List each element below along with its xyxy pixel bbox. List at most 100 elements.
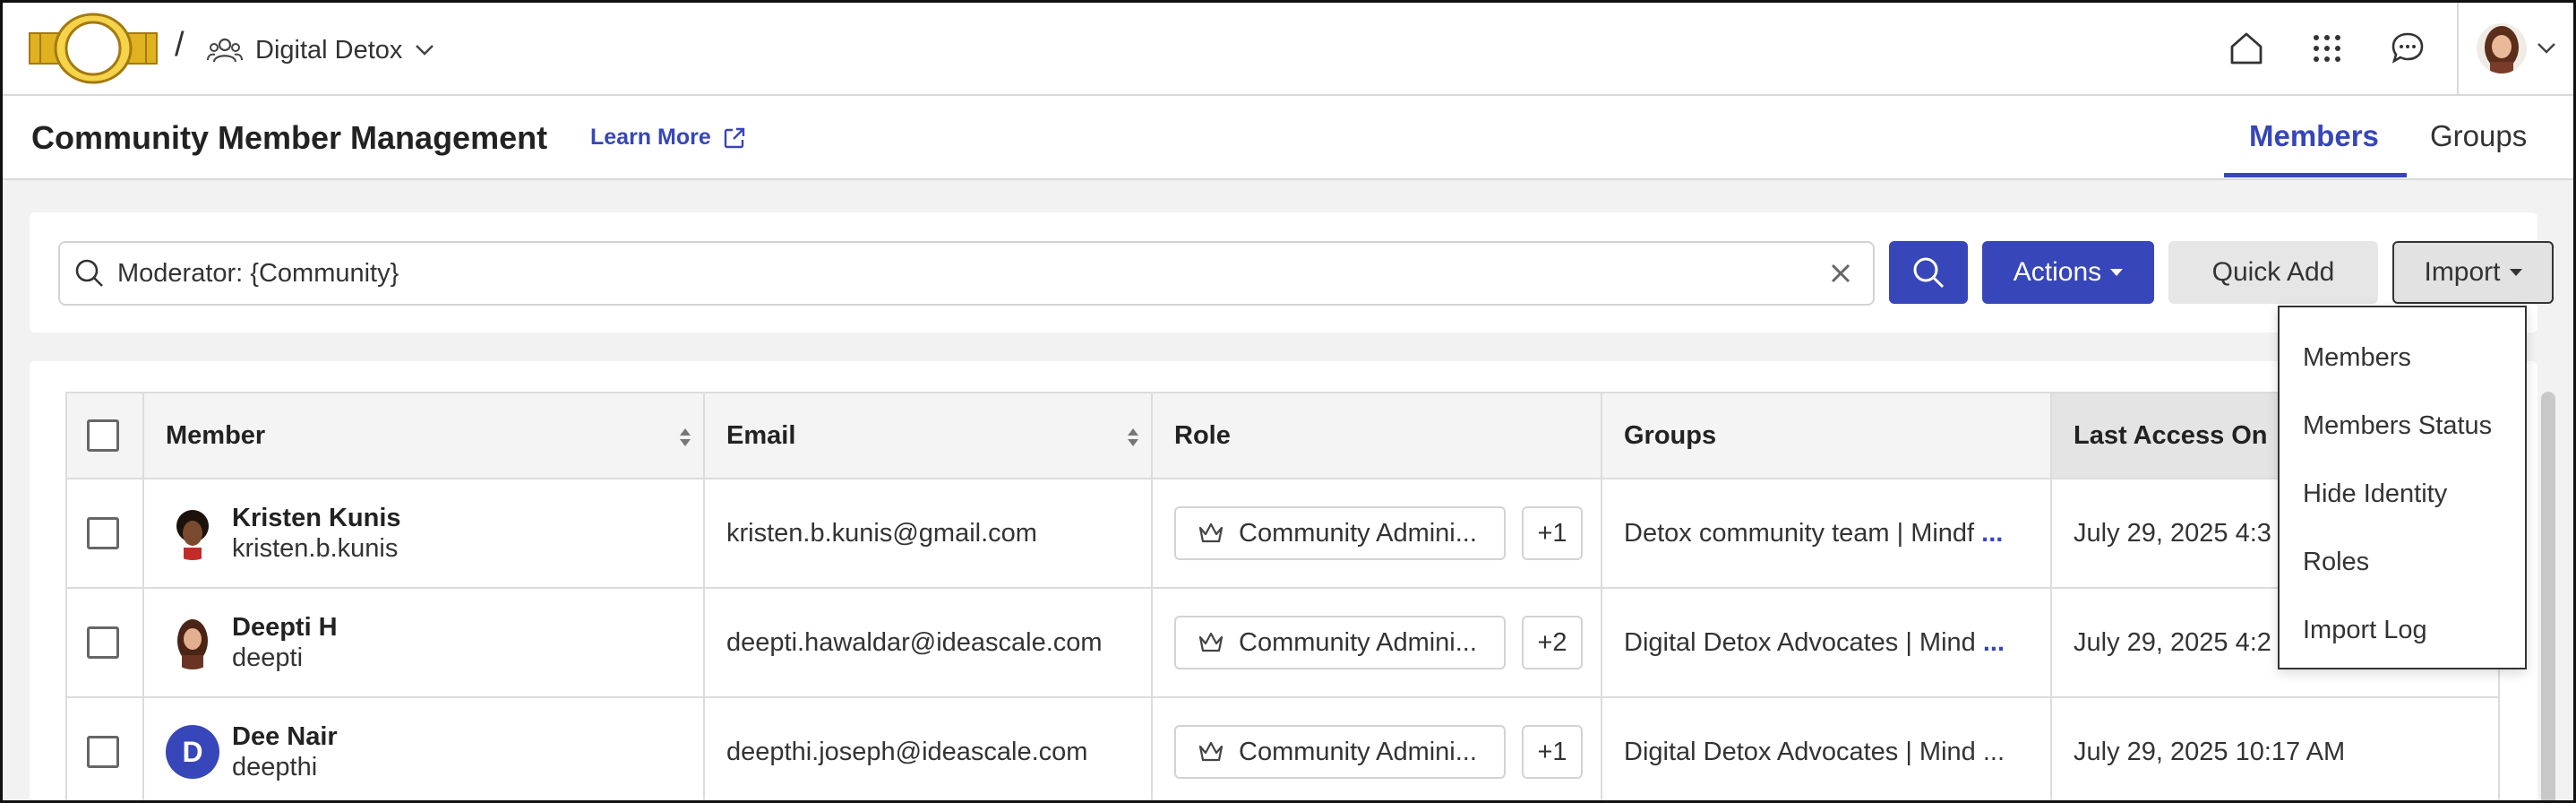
row-select-cell — [65, 696, 144, 800]
groups-more-link[interactable]: ... — [1983, 628, 2005, 657]
community-switcher[interactable]: Digital Detox — [207, 28, 434, 73]
member-name[interactable]: Deepti H — [232, 612, 338, 643]
role-badge[interactable]: Community Admini... — [1174, 725, 1506, 779]
more-roles-badge[interactable]: +1 — [1522, 506, 1583, 560]
email-cell: deepthi.joseph@ideascale.com — [703, 696, 1153, 800]
table-header-row: Member Email Role Groups Last Access On — [65, 392, 2500, 479]
column-header-email[interactable]: Email — [703, 392, 1153, 479]
apps-grid-icon — [2314, 35, 2340, 62]
role-badge[interactable]: Community Admini... — [1174, 506, 1506, 560]
import-menu-item-import-log[interactable]: Import Log — [2280, 596, 2525, 664]
user-menu[interactable] — [2457, 3, 2573, 94]
avatar-initial: D — [182, 735, 203, 768]
search-button[interactable] — [1889, 241, 1968, 304]
row-checkbox[interactable] — [87, 736, 119, 768]
groups-text: Digital Detox Advocates | Mind ... — [1624, 737, 2005, 766]
column-label: Email — [726, 420, 796, 450]
member-avatar[interactable]: D — [166, 725, 219, 779]
email-cell: kristen.b.kunis@gmail.com — [703, 478, 1153, 589]
crown-icon — [1198, 741, 1224, 762]
member-avatar[interactable] — [166, 506, 219, 560]
column-label: Groups — [1624, 420, 1717, 450]
chevron-down-icon — [416, 45, 434, 56]
member-name[interactable]: Dee Nair — [232, 721, 338, 752]
role-badge[interactable]: Community Admini... — [1174, 616, 1506, 669]
column-label: Member — [166, 420, 266, 450]
row-checkbox[interactable] — [87, 517, 119, 549]
active-tab-indicator — [2224, 173, 2407, 177]
groups-text: Digital Detox Advocates | Mind — [1624, 627, 1976, 657]
role-label: Community Admini... — [1239, 737, 1477, 766]
community-icon — [207, 38, 243, 63]
page-header: Community Member Management Learn More M… — [3, 96, 2573, 180]
groups-cell: Digital Detox Advocates | Mind ... — [1601, 696, 2052, 800]
import-menu-item-roles[interactable]: Roles — [2280, 528, 2525, 596]
select-all-header — [65, 392, 144, 479]
learn-more-label: Learn More — [590, 125, 711, 150]
external-link-icon — [724, 127, 744, 148]
row-select-cell — [65, 587, 144, 698]
import-button[interactable]: Import — [2392, 241, 2554, 304]
breadcrumb-separator: / — [175, 26, 185, 64]
user-avatar — [2477, 23, 2527, 73]
import-dropdown-menu: Members Members Status Hide Identity Rol… — [2278, 306, 2527, 669]
member-name[interactable]: Kristen Kunis — [232, 503, 401, 533]
vertical-scrollbar[interactable] — [2541, 392, 2555, 800]
tab-groups[interactable]: Groups — [2430, 119, 2527, 153]
role-label: Community Admini... — [1239, 627, 1477, 657]
app-window: / Digital Detox Community Member Managem… — [0, 0, 2576, 803]
chevron-down-icon — [2537, 43, 2555, 54]
groups-more-link[interactable]: ... — [1981, 519, 2003, 548]
role-label: Community Admini... — [1239, 518, 1477, 548]
tab-members[interactable]: Members — [2249, 119, 2379, 153]
actions-label: Actions — [2013, 257, 2102, 287]
groups-cell: Detox community team | Mindf ... — [1601, 478, 2052, 589]
community-name: Digital Detox — [255, 35, 403, 65]
messages-button[interactable] — [2367, 3, 2448, 94]
role-cell: Community Admini... +1 — [1151, 696, 1602, 800]
column-header-role: Role — [1151, 392, 1602, 479]
member-username: deepthi — [232, 753, 318, 781]
more-roles-badge[interactable]: +2 — [1522, 616, 1583, 669]
table-row: D Dee Nair deepthi deepthi.joseph@ideasc… — [65, 696, 2500, 800]
table-row: Kristen Kunis kristen.b.kunis kristen.b.… — [65, 478, 2500, 589]
search-query: Moderator: {Community} — [117, 258, 399, 288]
select-all-checkbox[interactable] — [87, 419, 119, 452]
member-avatar[interactable] — [166, 616, 219, 669]
home-button[interactable] — [2206, 3, 2287, 94]
role-cell: Community Admini... +2 — [1151, 587, 1602, 698]
member-cell: D Dee Nair deepthi — [142, 696, 705, 800]
crown-icon — [1198, 522, 1224, 543]
actions-button[interactable]: Actions — [1982, 241, 2154, 304]
chat-icon — [2391, 32, 2424, 64]
import-menu-item-members-status[interactable]: Members Status — [2280, 392, 2525, 460]
apps-button[interactable] — [2287, 3, 2367, 94]
role-cell: Community Admini... +1 — [1151, 478, 1602, 589]
sort-icon[interactable] — [1126, 426, 1140, 449]
email-cell: deepti.hawaldar@ideascale.com — [703, 587, 1153, 698]
groups-text: Detox community team | Mindf — [1624, 518, 1975, 548]
learn-more-link[interactable]: Learn More — [590, 125, 747, 151]
quick-add-button[interactable]: Quick Add — [2168, 241, 2378, 304]
column-header-member[interactable]: Member — [142, 392, 705, 479]
member-cell: Deepti H deepti — [142, 587, 705, 698]
column-header-groups: Groups — [1601, 392, 2052, 479]
row-checkbox[interactable] — [87, 626, 119, 659]
sort-icon[interactable] — [678, 426, 692, 449]
search-icon — [1913, 257, 1945, 289]
home-icon — [2230, 32, 2263, 65]
import-menu-item-hide-identity[interactable]: Hide Identity — [2280, 460, 2525, 528]
row-select-cell — [65, 478, 144, 589]
brand-logo[interactable] — [28, 12, 159, 85]
more-roles-badge[interactable]: +1 — [1522, 725, 1583, 779]
import-menu-item-members[interactable]: Members — [2280, 324, 2525, 392]
caret-down-icon — [2110, 269, 2124, 276]
crown-icon — [1198, 632, 1224, 652]
top-navigation-bar: / Digital Detox — [3, 3, 2573, 96]
column-label: Role — [1174, 420, 1231, 450]
clear-search-icon[interactable] — [1825, 257, 1857, 289]
member-search-field[interactable]: Moderator: {Community} — [58, 241, 1875, 306]
page-title: Community Member Management — [31, 119, 548, 156]
import-label: Import — [2424, 257, 2501, 287]
last-access-cell: July 29, 2025 10:17 AM — [2050, 696, 2500, 800]
